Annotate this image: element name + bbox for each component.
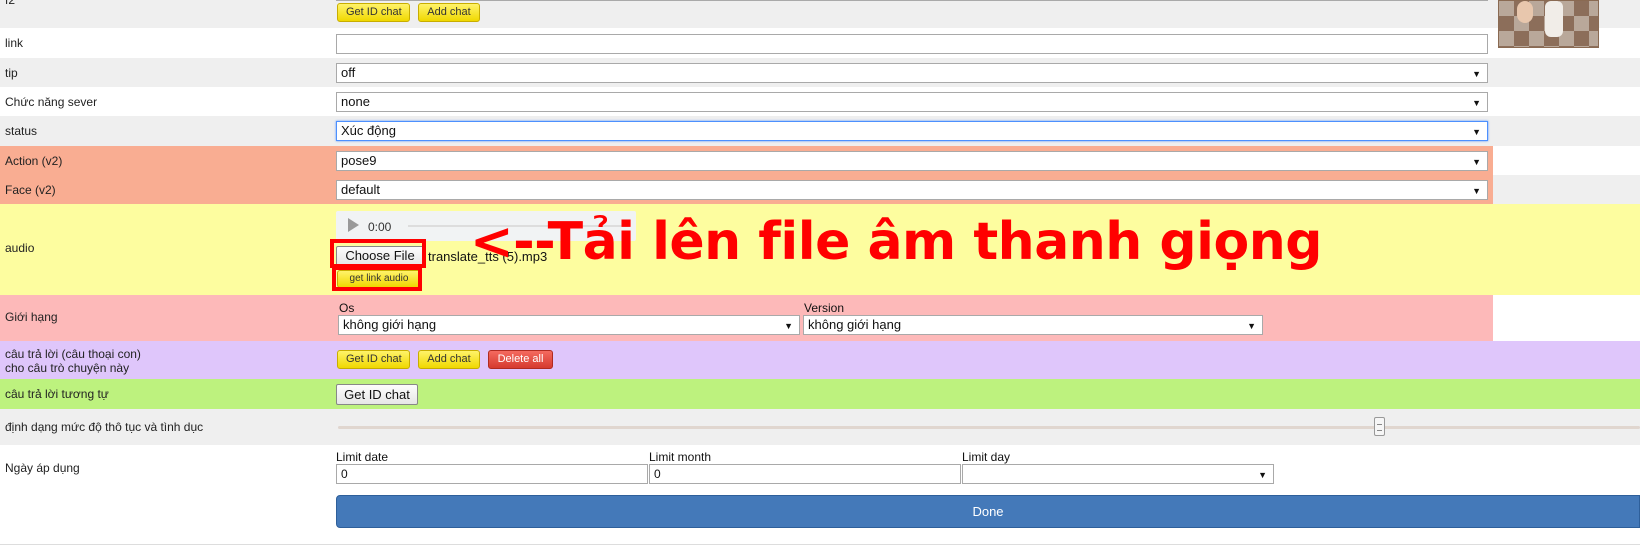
row-similar: câu trả lời tương tự Get ID chat (0, 379, 1640, 409)
delete-all-button[interactable]: Delete all (488, 350, 553, 369)
vulgarity-label: định dạng mức độ thô tục và tình dục (5, 420, 204, 434)
row-action: Action (v2) pose9 ▼ (0, 146, 1493, 175)
row-server: Chức năng sever none ▼ (0, 87, 1640, 116)
upload-annotation: <--Tải lên file âm thanh giọng (470, 212, 1322, 272)
limit-label: Giới hạng (5, 310, 58, 324)
version-select[interactable]: không giới hạng ▼ (803, 315, 1263, 335)
status-select-value: Xúc động (341, 123, 396, 138)
tip-select-value: off (341, 65, 356, 80)
child-answer-label-line1: câu trả lời (câu thoại con) (5, 347, 141, 361)
status-select[interactable]: Xúc động ▼ (336, 121, 1488, 141)
limit-month-label: Limit month (649, 450, 712, 464)
row-action-filler (1493, 146, 1640, 175)
server-select-value: none (341, 94, 370, 109)
child-answer-label-line2: cho câu trò chuyện này (5, 361, 130, 375)
chevron-down-icon: ▼ (1472, 69, 1481, 79)
row-limit: Giới hạng Os không giới hạng ▼ Version k… (0, 295, 1493, 341)
row-audio: audio 0:00 Choose File translate_tts (5)… (0, 204, 1640, 295)
row-top-input-edge (336, 0, 1488, 1)
row-face: Face (v2) default ▼ (0, 175, 1493, 204)
chevron-down-icon: ▼ (1247, 321, 1256, 331)
add-chat-button[interactable]: Add chat (418, 350, 480, 369)
limit-day-select[interactable]: ▼ (962, 464, 1274, 484)
apply-date-label: Ngày áp dụng (5, 461, 80, 475)
face-label: Face (v2) (5, 183, 56, 197)
face-select[interactable]: default ▼ (336, 180, 1488, 200)
audio-label: audio (5, 241, 35, 255)
highlight-box-get-link (332, 266, 422, 291)
chevron-down-icon: ▼ (1472, 98, 1481, 108)
vulgarity-slider-track[interactable] (338, 426, 1640, 429)
character-figure (1545, 1, 1563, 37)
audio-time: 0:00 (368, 220, 392, 234)
row-link: link (0, 28, 1640, 58)
limit-date-input[interactable] (336, 464, 648, 484)
tip-label: tip (5, 66, 18, 80)
os-select-value: không giới hạng (343, 317, 437, 332)
vulgarity-slider-handle[interactable] (1374, 417, 1385, 436)
chevron-down-icon: ▼ (1258, 470, 1267, 480)
character-shadow (1517, 1, 1533, 23)
limit-day-label: Limit day (962, 450, 1011, 464)
limit-month-input[interactable] (649, 464, 961, 484)
action-select-value: pose9 (341, 153, 377, 168)
play-icon[interactable] (348, 218, 359, 232)
row-top: f2 Get ID chat Add chat (0, 0, 1640, 28)
row-vulgarity: định dạng mức độ thô tục và tình dục (0, 409, 1640, 445)
tip-select[interactable]: off ▼ (336, 63, 1488, 83)
server-label: Chức năng sever (5, 95, 98, 109)
row-limit-filler (1493, 295, 1640, 341)
action-label: Action (v2) (5, 154, 63, 168)
chevron-down-icon: ▼ (784, 321, 793, 331)
highlight-box-choose-file (330, 239, 426, 268)
row-tip: tip off ▼ (0, 58, 1640, 87)
link-input[interactable] (336, 34, 1488, 54)
row-top-label: f2 (5, 0, 16, 7)
status-label: status (5, 124, 38, 138)
done-button[interactable]: Done (336, 495, 1640, 528)
character-thumbnail[interactable] (1498, 0, 1599, 48)
chevron-down-icon: ▼ (1472, 186, 1481, 196)
bottom-divider (0, 544, 1640, 545)
row-child-answer: câu trả lời (câu thoại con) cho câu trò … (0, 341, 1640, 379)
row-apply-date: Ngày áp dụng Limit date Limit month Limi… (0, 445, 1640, 490)
version-label: Version (804, 301, 845, 315)
add-chat-button[interactable]: Add chat (418, 3, 480, 22)
link-label: link (5, 36, 24, 50)
os-select[interactable]: không giới hạng ▼ (338, 315, 800, 335)
chevron-down-icon: ▼ (1472, 157, 1481, 167)
limit-date-label: Limit date (336, 450, 389, 464)
row-face-filler (1493, 175, 1640, 204)
face-select-value: default (341, 182, 381, 197)
server-select[interactable]: none ▼ (336, 92, 1488, 112)
chevron-down-icon: ▼ (1472, 127, 1481, 137)
get-id-chat-button[interactable]: Get ID chat (336, 384, 418, 405)
row-done: Done (0, 490, 1640, 548)
get-id-chat-button[interactable]: Get ID chat (337, 350, 410, 369)
grip-icon (1377, 424, 1382, 431)
action-select[interactable]: pose9 ▼ (336, 151, 1488, 171)
similar-label: câu trả lời tương tự (5, 387, 109, 401)
version-select-value: không giới hạng (808, 317, 902, 332)
get-id-chat-button[interactable]: Get ID chat (337, 3, 410, 22)
row-status: status Xúc động ▼ (0, 116, 1640, 146)
os-label: Os (339, 301, 355, 315)
